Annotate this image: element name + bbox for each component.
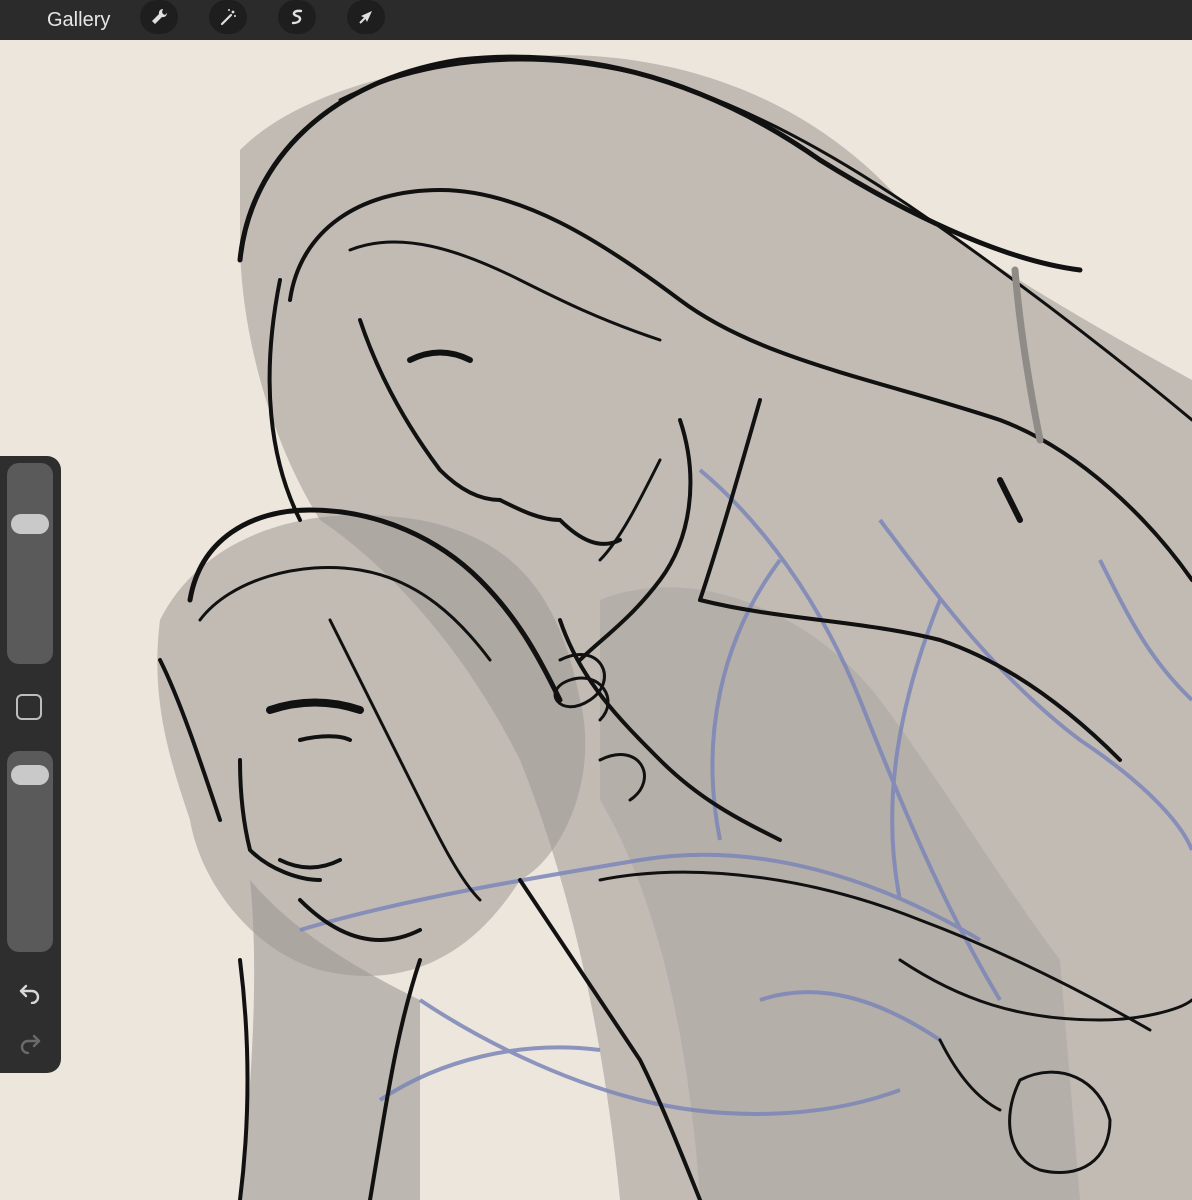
modify-button[interactable] [16,694,42,720]
transform-arrow-icon [359,11,372,24]
selection-icon [291,9,303,25]
adjustments-button[interactable] [209,0,247,34]
undo-icon [19,984,40,1004]
magic-wand-icon [220,9,236,26]
sketch-shading [157,55,1192,1200]
gallery-button[interactable]: Gallery [47,6,110,34]
brush-opacity-thumb[interactable] [11,765,49,786]
brush-size-thumb[interactable] [11,513,49,534]
brush-sidebar [0,456,61,1073]
selection-button[interactable] [278,0,316,34]
top-toolbar: Gallery [0,0,1192,40]
actions-button[interactable] [140,0,178,34]
brush-opacity-slider[interactable] [7,751,53,952]
sketch-artwork [157,54,1192,1200]
transform-button[interactable] [347,0,385,34]
redo-button[interactable] [16,1028,44,1056]
undo-button[interactable] [16,978,44,1006]
wrench-icon [152,8,168,24]
drawing-canvas[interactable] [0,40,1192,1200]
brush-size-slider[interactable] [7,463,53,664]
redo-icon [20,1034,41,1054]
